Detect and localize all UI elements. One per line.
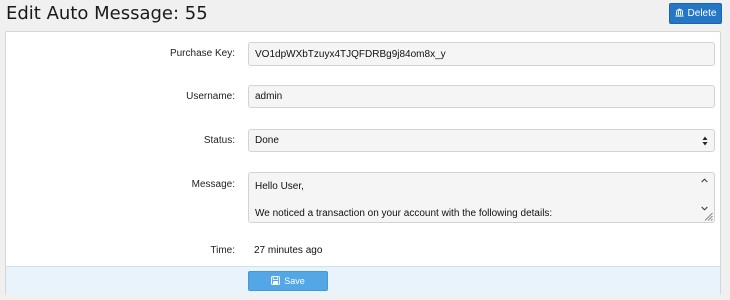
page-header: Edit Auto Message: 55 Delete <box>0 0 730 32</box>
floppy-disk-icon <box>271 275 281 287</box>
time-row: Time: 27 minutes ago <box>6 241 722 259</box>
username-label: Username: <box>186 91 235 102</box>
purchase-key-row: Purchase Key: VO1dpWXbTzuyx4TJQFDRBg9j84… <box>6 42 722 66</box>
delete-button[interactable]: Delete <box>669 3 722 24</box>
scroll-down-icon[interactable] <box>701 206 708 211</box>
save-button-label: Save <box>284 276 305 286</box>
scroll-up-icon[interactable] <box>701 178 708 183</box>
sort-arrows-icon <box>702 136 708 145</box>
form-footer: Save <box>6 266 720 295</box>
bank-icon <box>674 7 684 20</box>
status-label: Status: <box>203 135 235 146</box>
purchase-key-value: VO1dpWXbTzuyx4TJQFDRBg9j84om8x_y <box>255 48 446 60</box>
page-title: Edit Auto Message: 55 <box>6 3 208 24</box>
status-row: Status: Done <box>6 129 722 152</box>
save-button[interactable]: Save <box>248 271 328 291</box>
status-value: Done <box>255 135 279 146</box>
purchase-key-field[interactable]: VO1dpWXbTzuyx4TJQFDRBg9j84om8x_y <box>248 42 715 66</box>
message-line-2: We noticed a transaction on your account… <box>255 208 553 219</box>
message-row: Message: Hello User, We noticed a transa… <box>6 172 722 223</box>
time-label: Time: <box>210 245 235 256</box>
message-label: Message: <box>191 179 235 190</box>
edit-form: Purchase Key: VO1dpWXbTzuyx4TJQFDRBg9j84… <box>5 31 721 295</box>
status-select[interactable]: Done <box>248 129 715 152</box>
username-row: Username: admin <box>6 85 722 108</box>
username-field[interactable]: admin <box>248 85 715 108</box>
time-value: 27 minutes ago <box>254 245 323 256</box>
resize-grip-icon[interactable] <box>704 212 713 221</box>
delete-button-label: Delete <box>687 8 717 19</box>
message-textarea[interactable]: Hello User, We noticed a transaction on … <box>248 172 715 223</box>
username-value: admin <box>255 91 283 102</box>
purchase-key-label: Purchase Key: <box>169 48 235 59</box>
message-line-1: Hello User, <box>255 181 304 192</box>
